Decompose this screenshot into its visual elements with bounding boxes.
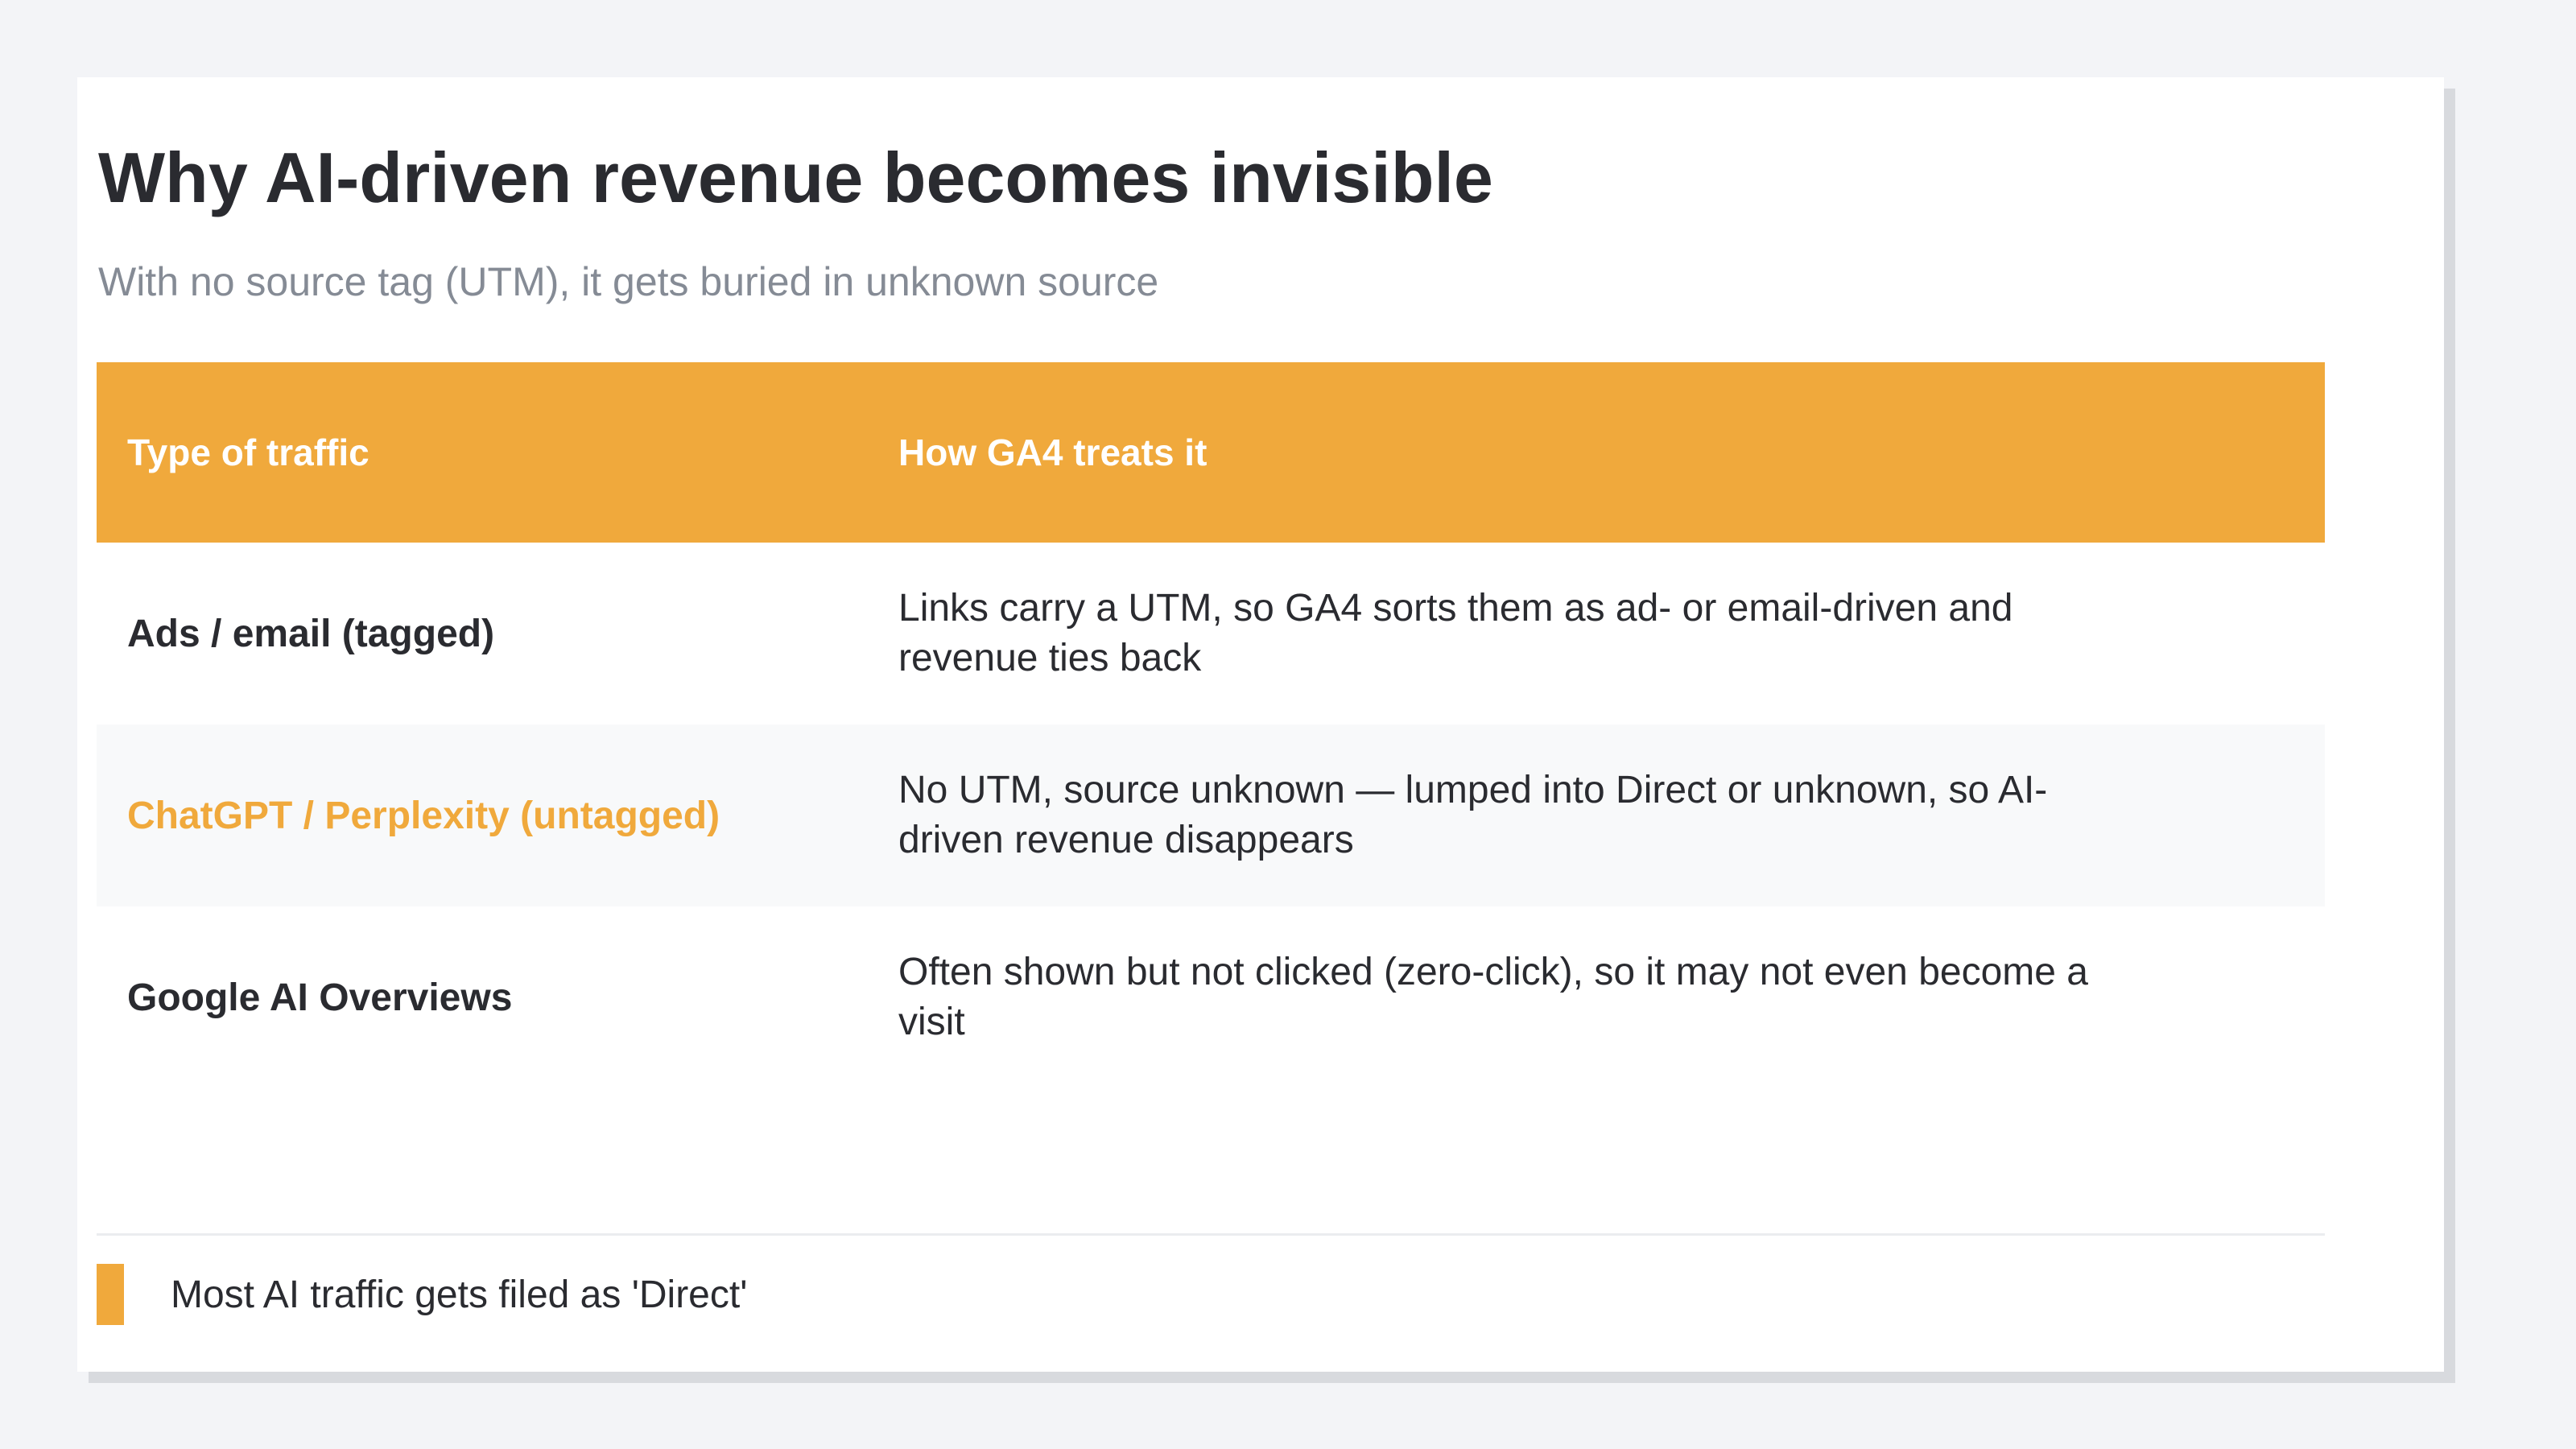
column-header-ga4-treatment: How GA4 treats it xyxy=(898,431,1208,473)
divider xyxy=(97,1233,2325,1236)
ga4-treatment-cell: No UTM, source unknown — lumped into Dir… xyxy=(898,769,2048,861)
callout-accent-bar xyxy=(97,1264,124,1325)
page-subtitle: With no source tag (UTM), it gets buried… xyxy=(98,259,1159,304)
ga4-treatment-cell: Links carry a UTM, so GA4 sorts them as … xyxy=(898,587,2013,679)
ga4-treatment-cell: Often shown but not clicked (zero-click)… xyxy=(898,951,2088,1043)
traffic-type-cell: Ads / email (tagged) xyxy=(127,612,495,655)
traffic-type-cell-highlighted: ChatGPT / Perplexity (untagged) xyxy=(127,794,720,837)
callout-text: Most AI traffic gets filed as 'Direct' xyxy=(171,1273,748,1316)
table-row: ChatGPT / Perplexity (untagged) No UTM, … xyxy=(97,724,2325,906)
table-row: Google AI Overviews Often shown but not … xyxy=(97,906,2325,1088)
traffic-table: Type of traffic How GA4 treats it Ads / … xyxy=(97,362,2325,1088)
traffic-type-cell: Google AI Overviews xyxy=(127,976,513,1019)
table-header-row: Type of traffic How GA4 treats it xyxy=(97,362,2325,543)
column-header-traffic-type: Type of traffic xyxy=(127,431,369,473)
page-title: Why AI-driven revenue becomes invisible xyxy=(98,138,1493,217)
table-row: Ads / email (tagged) Links carry a UTM, … xyxy=(97,543,2325,724)
callout-note: Most AI traffic gets filed as 'Direct' xyxy=(97,1264,747,1325)
